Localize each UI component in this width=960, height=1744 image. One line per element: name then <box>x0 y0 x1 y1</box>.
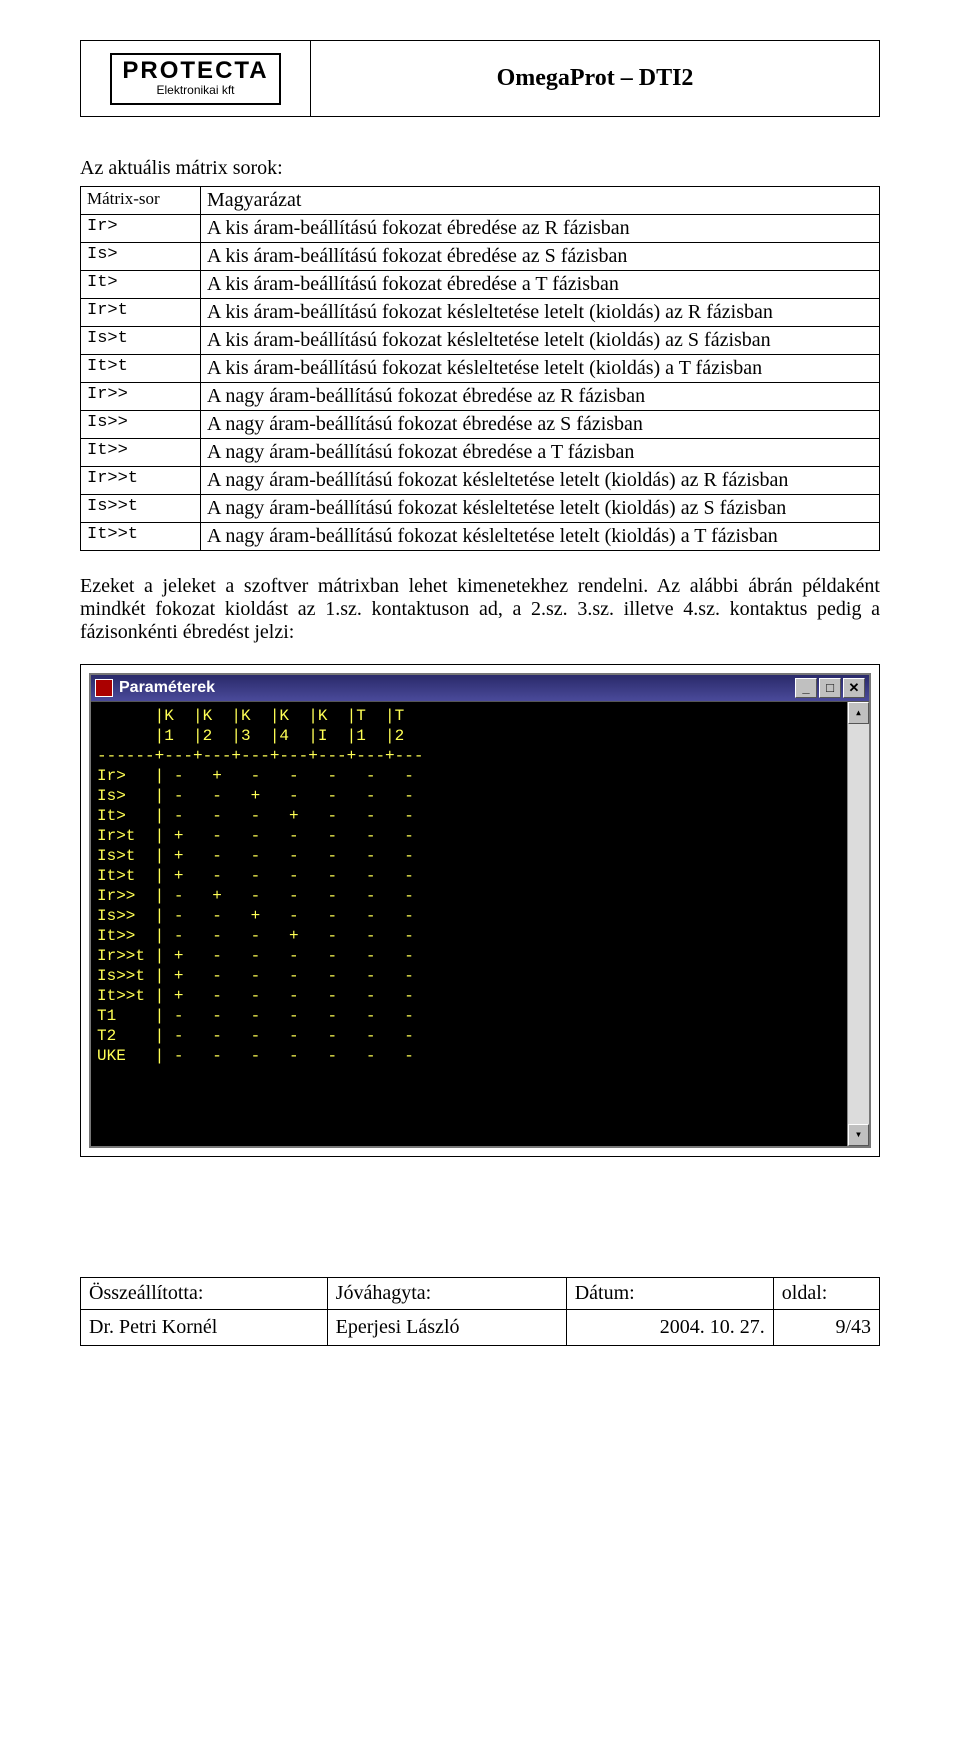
page-title: OmegaProt – DTI2 <box>311 41 880 117</box>
matrix-desc: A nagy áram-beállítású fokozat ébredése … <box>201 411 880 439</box>
matrix-code: Is>> <box>81 411 201 439</box>
logo-sub: Elektronikai kft <box>122 83 268 97</box>
footer-h1: Összeállította: <box>81 1278 328 1310</box>
footer-table: Összeállította: Jóváhagyta: Dátum: oldal… <box>80 1277 880 1346</box>
logo-main: PROTECTA <box>122 57 268 85</box>
matrix-code: Ir>> <box>81 383 201 411</box>
matrix-head-col2: Magyarázat <box>201 187 880 215</box>
matrix-code: It>> <box>81 439 201 467</box>
matrix-code: Is>t <box>81 327 201 355</box>
terminal-area: |K |K |K |K |K |T |T |1 |2 |3 |4 |I |1 |… <box>91 702 869 1146</box>
app-icon <box>95 679 113 697</box>
matrix-desc: A kis áram-beállítású fokozat ébredése a… <box>201 215 880 243</box>
matrix-code: Is>>t <box>81 495 201 523</box>
matrix-table: Mátrix-sor Magyarázat Ir>A kis áram-beál… <box>80 186 880 551</box>
window-titlebar: Paraméterek _ □ ✕ <box>91 675 869 702</box>
terminal-content: |K |K |K |K |K |T |T |1 |2 |3 |4 |I |1 |… <box>91 702 847 1146</box>
matrix-code: It> <box>81 271 201 299</box>
scrollbar[interactable]: ▴ ▾ <box>847 702 869 1146</box>
matrix-desc: A kis áram-beállítású fokozat ébredése a… <box>201 243 880 271</box>
scroll-track[interactable] <box>848 724 869 1124</box>
matrix-desc: A kis áram-beállítású fokozat késlelteté… <box>201 355 880 383</box>
section-title: Az aktuális mátrix sorok: <box>80 157 880 180</box>
matrix-desc: A kis áram-beállítású fokozat késlelteté… <box>201 327 880 355</box>
footer-h2: Jóváhagyta: <box>327 1278 566 1310</box>
window-title: Paraméterek <box>119 679 215 697</box>
page-header: PROTECTA Elektronikai kft OmegaProt – DT… <box>80 40 880 117</box>
footer-v1: Dr. Petri Kornél <box>81 1310 328 1346</box>
matrix-desc: A nagy áram-beállítású fokozat ébredése … <box>201 439 880 467</box>
footer-v3: 2004. 10. 27. <box>566 1310 773 1346</box>
logo-cell: PROTECTA Elektronikai kft <box>81 41 311 117</box>
matrix-code: Ir>>t <box>81 467 201 495</box>
footer-v4: 9/43 <box>773 1310 879 1346</box>
body-paragraph: Ezeket a jeleket a szoftver mátrixban le… <box>80 575 880 644</box>
footer-v2: Eperjesi László <box>327 1310 566 1346</box>
matrix-desc: A kis áram-beállítású fokozat ébredése a… <box>201 271 880 299</box>
matrix-code: Is> <box>81 243 201 271</box>
matrix-code: Ir>t <box>81 299 201 327</box>
matrix-head-col1: Mátrix-sor <box>81 187 201 215</box>
scroll-down-icon[interactable]: ▾ <box>848 1124 869 1146</box>
matrix-code: It>t <box>81 355 201 383</box>
matrix-desc: A nagy áram-beállítású fokozat késleltet… <box>201 467 880 495</box>
matrix-desc: A nagy áram-beállítású fokozat ébredése … <box>201 383 880 411</box>
footer-h3: Dátum: <box>566 1278 773 1310</box>
scroll-up-icon[interactable]: ▴ <box>848 702 869 724</box>
minimize-button[interactable]: _ <box>795 678 817 698</box>
close-button[interactable]: ✕ <box>843 678 865 698</box>
matrix-desc: A nagy áram-beállítású fokozat késleltet… <box>201 495 880 523</box>
window-frame: Paraméterek _ □ ✕ |K |K |K |K |K |T |T |… <box>89 673 871 1148</box>
screenshot-frame: Paraméterek _ □ ✕ |K |K |K |K |K |T |T |… <box>80 664 880 1157</box>
maximize-button[interactable]: □ <box>819 678 841 698</box>
footer-h4: oldal: <box>773 1278 879 1310</box>
matrix-code: It>>t <box>81 523 201 551</box>
matrix-desc: A nagy áram-beállítású fokozat késleltet… <box>201 523 880 551</box>
logo-box: PROTECTA Elektronikai kft <box>110 53 280 105</box>
matrix-code: Ir> <box>81 215 201 243</box>
matrix-desc: A kis áram-beállítású fokozat késlelteté… <box>201 299 880 327</box>
